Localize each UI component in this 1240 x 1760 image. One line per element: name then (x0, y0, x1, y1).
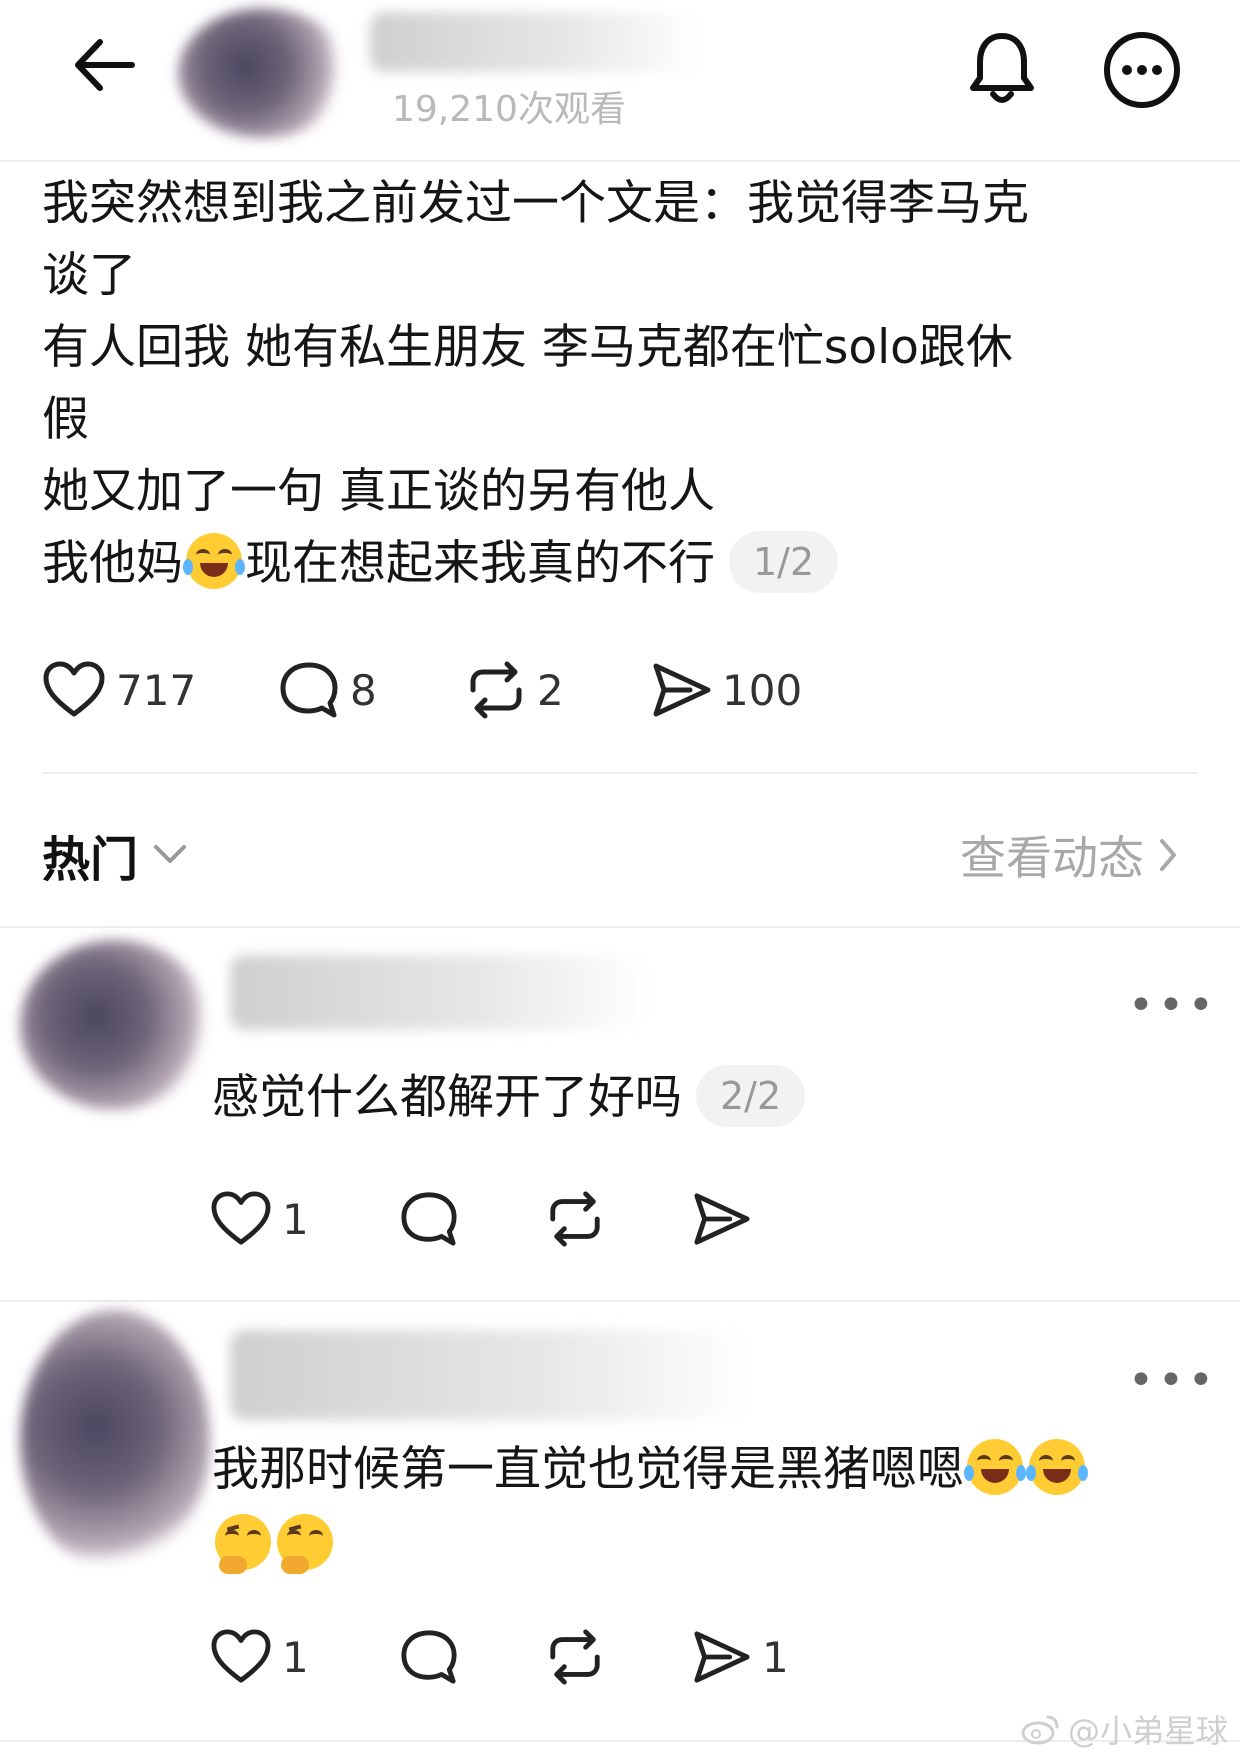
view-activity-label: 查看动态 (960, 831, 1144, 885)
laughing-crying-emoji-icon (1026, 1439, 1088, 1495)
like-count: 717 (116, 665, 197, 715)
comment-content: 感觉什么都解开了好吗 2/2 (212, 1063, 806, 1133)
header-divider (0, 160, 1240, 162)
comment-bubble-icon (401, 1192, 457, 1246)
repost-button[interactable]: 2 (465, 660, 564, 720)
comment-more-button[interactable]: ••• (1128, 980, 1218, 1031)
author-name-redacted (370, 12, 700, 72)
laughing-crying-emoji-icon (183, 533, 245, 589)
repost-icon (550, 1629, 600, 1685)
thinking-face-emoji-icon (215, 1514, 271, 1574)
watermark-text: @小弟星球 (1067, 1712, 1228, 1750)
share-count: 100 (722, 665, 803, 715)
section-divider (0, 926, 1240, 928)
send-icon (653, 663, 711, 717)
page-indicator-pill[interactable]: 2/2 (696, 1065, 806, 1127)
post-line-last: 我他妈 现在想起来我真的不行 1/2 (42, 528, 1192, 600)
thinking-face-emoji-icon (277, 1514, 333, 1574)
comment-repost-button[interactable] (544, 1628, 606, 1686)
comment-reply-button[interactable] (398, 1628, 460, 1686)
notification-button[interactable] (965, 28, 1039, 108)
like-button[interactable]: 717 (42, 660, 196, 720)
commenter-name-redacted (230, 1330, 750, 1420)
post-text-part: 我他妈 (42, 536, 183, 591)
post-divider (42, 772, 1198, 774)
bell-icon (970, 33, 1034, 103)
comment-text: 我那时候第一直觉也觉得是黑猪嗯嗯 (212, 1442, 964, 1497)
heart-icon (43, 661, 105, 717)
comment-share-button[interactable]: 1 (690, 1628, 789, 1686)
arrow-left-icon (75, 39, 135, 91)
more-options-button[interactable] (1102, 30, 1182, 110)
send-icon (694, 1631, 750, 1683)
comment-bubble-icon (280, 662, 338, 718)
repost-icon (470, 661, 522, 719)
comment-like-count: 1 (282, 1194, 309, 1244)
comment-bubble-icon (401, 1630, 457, 1684)
commenter-avatar[interactable] (20, 1310, 210, 1570)
post-line: 有人回我 她有私生朋友 李马克都在忙solo跟休 (42, 320, 1013, 375)
laughing-crying-emoji-icon (964, 1439, 1026, 1495)
post-line: 我突然想到我之前发过一个文是：我觉得李马克 (42, 176, 1029, 231)
hot-sort-dropdown[interactable]: 热门 (42, 820, 188, 890)
comment-share-button[interactable] (690, 1190, 752, 1248)
heart-icon (211, 1629, 271, 1683)
more-circle-icon (1104, 32, 1180, 108)
comment-like-button[interactable]: 1 (210, 1190, 309, 1248)
post-line: 谈了 (42, 248, 136, 303)
comment-like-count: 1 (282, 1632, 309, 1682)
comment-repost-button[interactable] (544, 1190, 606, 1248)
comment-share-count: 1 (762, 1632, 789, 1682)
post-line: 她又加了一句 真正谈的另有他人 (42, 464, 715, 519)
chevron-down-icon (154, 845, 187, 863)
comment-content: 我那时候第一直觉也觉得是黑猪嗯嗯 (212, 1435, 1088, 1505)
section-title: 热门 (42, 832, 139, 888)
comment-text: 感觉什么都解开了好吗 (212, 1070, 682, 1125)
post-text-part: 现在想起来我真的不行 (245, 536, 715, 591)
weibo-logo-icon (1021, 1715, 1059, 1745)
watermark: @小弟星球 (1020, 1706, 1228, 1752)
comment-emoji-line (212, 1510, 336, 1580)
share-button[interactable]: 100 (650, 660, 802, 720)
commenter-name-redacted (230, 955, 650, 1030)
heart-icon (211, 1191, 271, 1245)
repost-count: 2 (537, 665, 564, 715)
view-activity-link[interactable]: 查看动态 (960, 822, 1178, 888)
repost-icon (550, 1191, 600, 1247)
post-content: 我突然想到我之前发过一个文是：我觉得李马克 谈了 有人回我 她有私生朋友 李马克… (42, 168, 1192, 600)
comment-more-button[interactable]: ••• (1128, 1355, 1218, 1406)
post-line: 假 (42, 392, 89, 447)
comment-like-button[interactable]: 1 (210, 1628, 309, 1686)
commenter-avatar[interactable] (20, 940, 210, 1110)
comment-count: 8 (350, 665, 377, 715)
author-avatar[interactable] (178, 8, 348, 138)
view-count: 19,210次观看 (392, 89, 626, 130)
send-icon (694, 1193, 750, 1245)
back-button[interactable] (70, 30, 140, 100)
chevron-right-icon (1160, 839, 1176, 871)
comment-button[interactable]: 8 (278, 660, 377, 720)
comment-divider (0, 1300, 1240, 1302)
page-indicator-pill[interactable]: 1/2 (729, 531, 839, 593)
comment-reply-button[interactable] (398, 1190, 460, 1248)
